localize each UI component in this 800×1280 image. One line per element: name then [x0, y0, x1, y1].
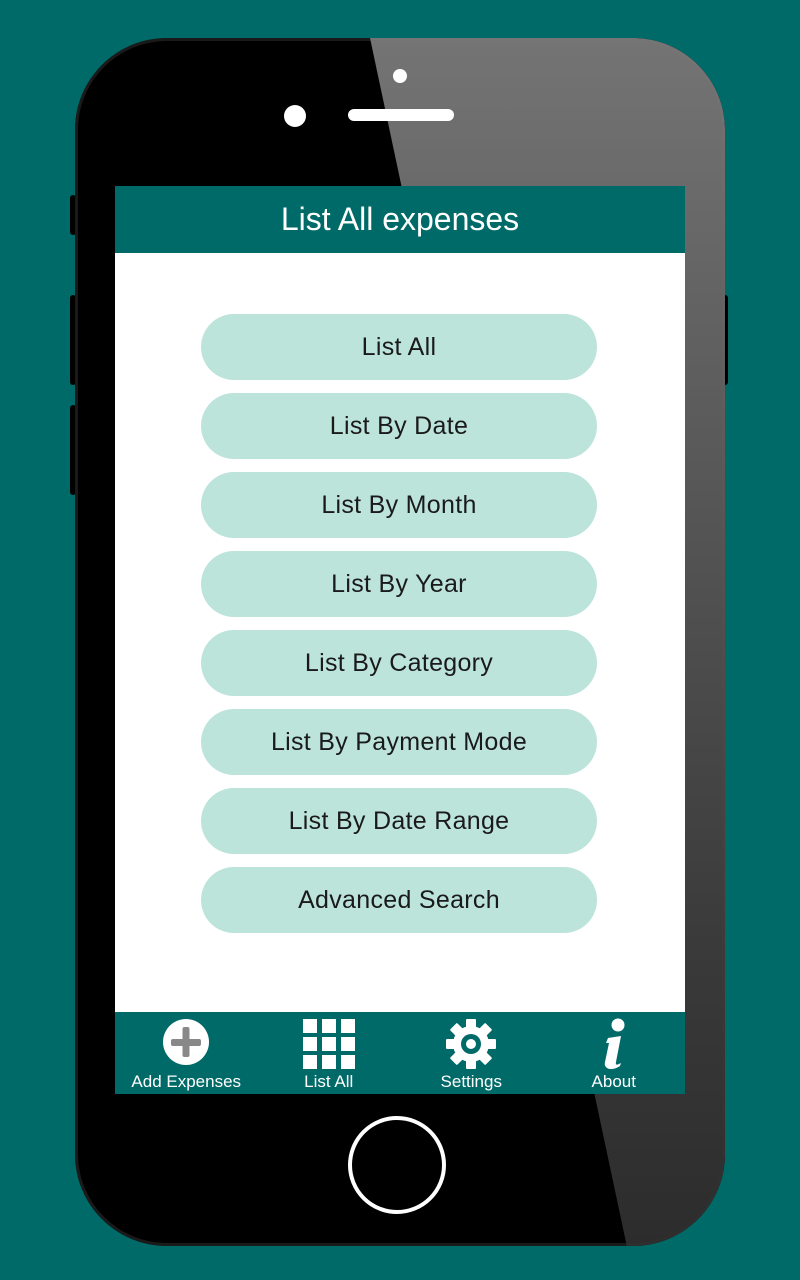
list-by-date-button[interactable]: List By Date: [201, 393, 597, 459]
list-by-date-range-button[interactable]: List By Date Range: [201, 788, 597, 854]
grid-icon: [302, 1019, 355, 1069]
tab-label-add-expenses: Add Expenses: [131, 1072, 242, 1091]
list-by-year-button[interactable]: List By Year: [201, 551, 597, 617]
plus-circle-icon: [163, 1019, 210, 1065]
app-screen: List All expenses List All List By Date …: [115, 186, 685, 1094]
bottom-tab-bar: Add Expenses List All Settings About: [115, 1012, 685, 1094]
list-options-menu: List All List By Date List By Month List…: [201, 314, 597, 946]
home-button[interactable]: [348, 1116, 446, 1214]
page-title: List All expenses: [115, 186, 685, 253]
tab-list-all[interactable]: List All: [258, 1012, 401, 1094]
proximity-sensor: [284, 105, 306, 127]
tab-add-expenses[interactable]: Add Expenses: [115, 1012, 258, 1094]
front-camera: [393, 69, 407, 83]
tab-about[interactable]: About: [543, 1012, 686, 1094]
earpiece-speaker: [348, 109, 454, 121]
tab-label-settings: Settings: [440, 1072, 502, 1091]
list-by-payment-mode-button[interactable]: List By Payment Mode: [201, 709, 597, 775]
list-by-month-button[interactable]: List By Month: [201, 472, 597, 538]
info-icon: [604, 1018, 625, 1070]
list-by-category-button[interactable]: List By Category: [201, 630, 597, 696]
list-all-button[interactable]: List All: [201, 314, 597, 380]
tab-settings[interactable]: Settings: [400, 1012, 543, 1094]
tab-label-list-all: List All: [304, 1072, 354, 1091]
gear-icon: [446, 1019, 497, 1069]
advanced-search-button[interactable]: Advanced Search: [201, 867, 597, 933]
tab-label-about: About: [591, 1072, 636, 1091]
